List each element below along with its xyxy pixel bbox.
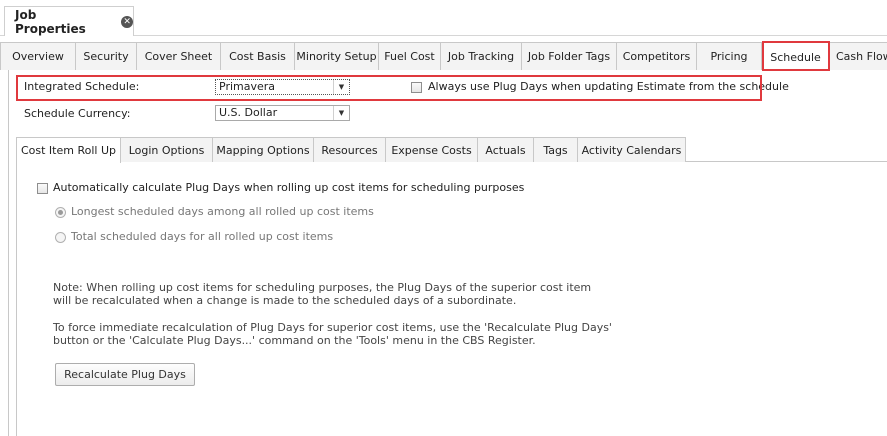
- total-days-label: Total scheduled days for all rolled up c…: [71, 230, 334, 243]
- always-plug-days-checkbox[interactable]: [411, 82, 422, 93]
- tab-security[interactable]: Security: [76, 42, 137, 70]
- subtab-login-options[interactable]: Login Options: [121, 137, 213, 162]
- tab-job-folder-tags[interactable]: Job Folder Tags: [522, 42, 617, 70]
- chevron-down-icon[interactable]: ▼: [333, 80, 349, 94]
- subtab-cost-item-roll-up[interactable]: Cost Item Roll Up: [16, 137, 121, 163]
- subtab-expense-costs[interactable]: Expense Costs: [386, 137, 478, 162]
- integrated-schedule-label: Integrated Schedule:: [24, 80, 140, 93]
- longest-days-label: Longest scheduled days among all rolled …: [71, 205, 374, 218]
- subtab-actuals[interactable]: Actuals: [478, 137, 534, 162]
- tab-schedule[interactable]: Schedule: [762, 42, 830, 71]
- tab-cover-sheet[interactable]: Cover Sheet: [137, 42, 221, 70]
- subtab-activity-calendars[interactable]: Activity Calendars: [578, 137, 686, 162]
- integrated-schedule-value: Primavera: [219, 80, 276, 93]
- schedule-currency-value: U.S. Dollar: [219, 106, 278, 119]
- schedule-currency-label: Schedule Currency:: [24, 107, 131, 120]
- subtab-tags[interactable]: Tags: [534, 137, 578, 162]
- document-tabbar: Job Properties ✕: [0, 0, 887, 36]
- document-tab-job-properties[interactable]: Job Properties ✕: [4, 6, 134, 36]
- note-line-2: will be recalculated when a change is ma…: [53, 294, 517, 307]
- tab-competitors[interactable]: Competitors: [617, 42, 697, 70]
- tab-overview[interactable]: Overview: [0, 42, 76, 70]
- subtab-mapping-options[interactable]: Mapping Options: [213, 137, 314, 162]
- total-days-radio[interactable]: [55, 232, 66, 243]
- integrated-schedule-select[interactable]: Primavera ▼: [215, 79, 350, 95]
- schedule-subtabbar: Cost Item Roll Up Login Options Mapping …: [16, 137, 887, 163]
- schedule-currency-select[interactable]: U.S. Dollar ▼: [215, 105, 350, 121]
- tab-minority-setup[interactable]: Minority Setup: [295, 42, 379, 70]
- close-icon[interactable]: ✕: [121, 15, 133, 28]
- tab-fuel-cost[interactable]: Fuel Cost: [379, 42, 441, 70]
- longest-days-radio[interactable]: [55, 207, 66, 218]
- tab-job-tracking[interactable]: Job Tracking: [441, 42, 522, 70]
- auto-calc-plug-days-checkbox[interactable]: [37, 183, 48, 194]
- note-line-1: Note: When rolling up cost items for sch…: [53, 281, 592, 294]
- recalculate-plug-days-button[interactable]: Recalculate Plug Days: [55, 363, 195, 386]
- force-line-2: button or the 'Calculate Plug Days...' c…: [53, 334, 536, 347]
- force-line-1: To force immediate recalculation of Plug…: [53, 321, 612, 334]
- main-tabbar: Overview Security Cover Sheet Cost Basis…: [0, 42, 887, 71]
- always-plug-days-label: Always use Plug Days when updating Estim…: [428, 80, 789, 93]
- subtab-resources[interactable]: Resources: [314, 137, 386, 162]
- tab-pricing[interactable]: Pricing: [697, 42, 762, 70]
- document-tab-title: Job Properties: [15, 7, 86, 36]
- chevron-down-icon[interactable]: ▼: [333, 106, 349, 120]
- tab-cash-flow[interactable]: Cash Flow: [830, 42, 887, 70]
- tab-cost-basis[interactable]: Cost Basis: [221, 42, 295, 70]
- auto-calc-plug-days-label: Automatically calculate Plug Days when r…: [53, 181, 525, 194]
